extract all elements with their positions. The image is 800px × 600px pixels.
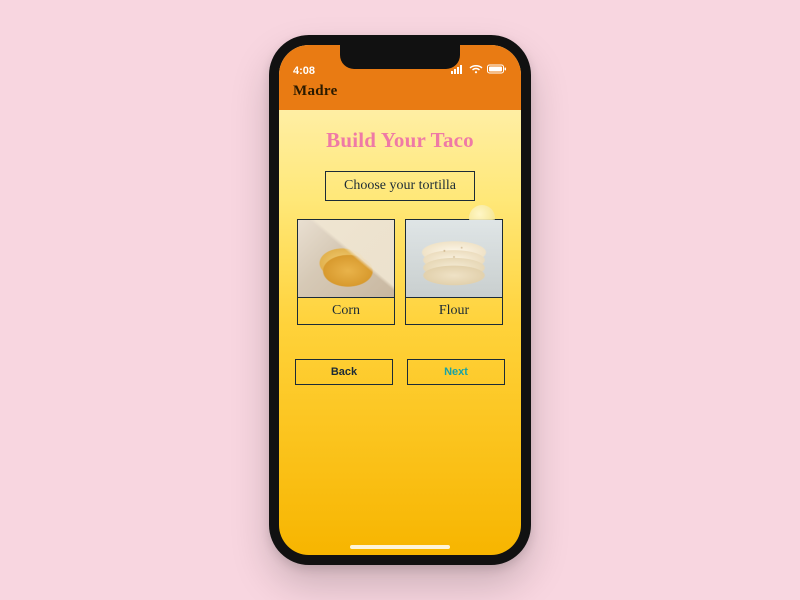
screen: 4:08 Madre Build Your Taco Choose your t… (279, 45, 521, 555)
nav-buttons: Back Next (295, 359, 505, 385)
option-label: Flour (406, 298, 502, 324)
brand-label: Madre (293, 83, 507, 100)
phone-frame: 4:08 Madre Build Your Taco Choose your t… (269, 35, 531, 565)
option-row: Corn Flour (295, 219, 505, 325)
back-button[interactable]: Back (295, 359, 393, 385)
status-time: 4:08 (293, 65, 315, 77)
home-indicator[interactable] (350, 545, 450, 549)
notch (340, 45, 460, 69)
content: Build Your Taco Choose your tortilla Cor… (279, 110, 521, 385)
step-subtitle: Choose your tortilla (325, 171, 475, 201)
battery-icon (487, 64, 507, 77)
corn-tortilla-image (298, 220, 394, 298)
flour-tortilla-image (406, 220, 502, 298)
status-right (451, 64, 507, 77)
page-title: Build Your Taco (326, 128, 474, 153)
option-flour[interactable]: Flour (405, 219, 503, 325)
option-corn[interactable]: Corn (297, 219, 395, 325)
app-header: Madre (279, 79, 521, 110)
option-label: Corn (298, 298, 394, 324)
wifi-icon (469, 64, 483, 77)
next-button[interactable]: Next (407, 359, 505, 385)
